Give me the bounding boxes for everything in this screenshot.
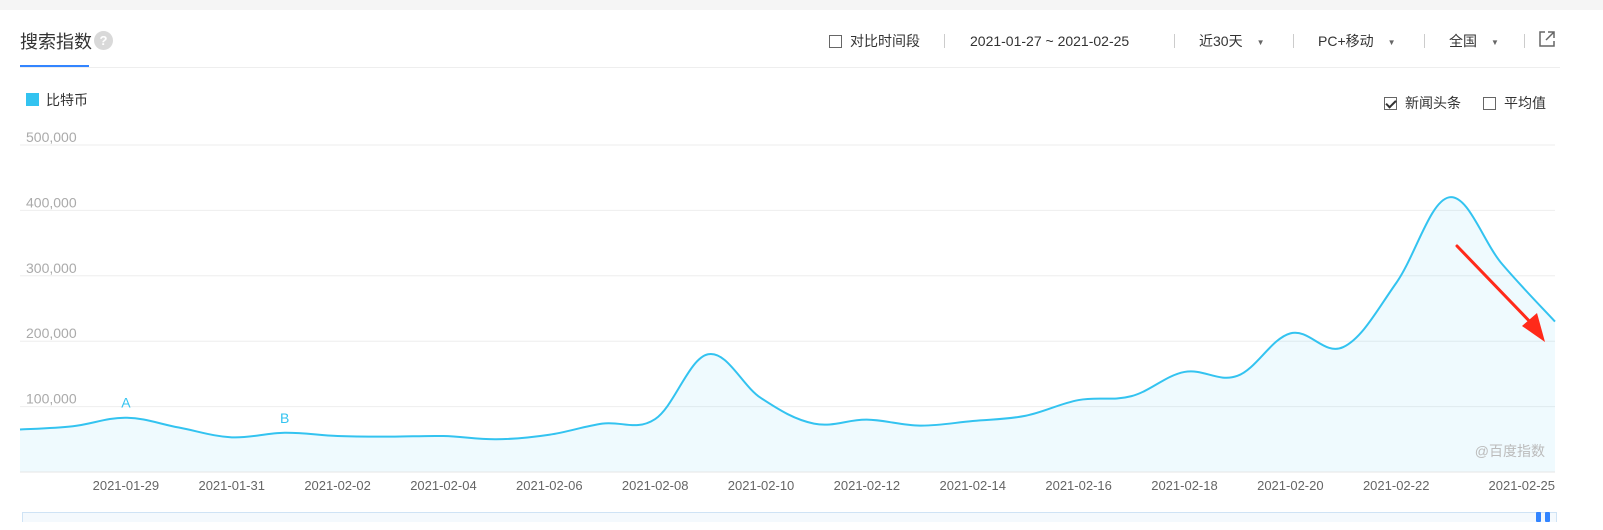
legend-swatch <box>26 93 39 106</box>
separator <box>1424 34 1425 48</box>
compare-period-label: 对比时间段 <box>850 33 920 49</box>
range-scroll-track[interactable] <box>22 512 1557 522</box>
header: 搜索指数 ? 对比时间段 2021-01-27 ~ 2021-02-25 近30… <box>0 10 1603 68</box>
annotation-label: B <box>280 410 289 426</box>
x-tick-label: 2021-02-10 <box>728 478 795 493</box>
x-tick-label: 2021-02-08 <box>622 478 689 493</box>
y-tick-label: 500,000 <box>26 130 77 145</box>
caret-down-icon: ▼ <box>1256 38 1265 47</box>
y-tick-label: 200,000 <box>26 325 77 341</box>
share-icon[interactable] <box>1538 30 1556 48</box>
date-range-text: 2021-01-27 ~ 2021-02-25 <box>970 33 1130 49</box>
checkbox-icon[interactable] <box>829 35 842 48</box>
y-tick-label: 300,000 <box>26 260 77 276</box>
x-tick-label: 2021-02-25 <box>1489 478 1556 493</box>
checkbox-icon[interactable] <box>1483 97 1496 110</box>
average-toggle[interactable]: 平均值 <box>1483 93 1546 113</box>
series-area <box>20 197 1555 472</box>
legend-label: 比特币 <box>46 92 88 108</box>
x-tick-label: 2021-02-04 <box>410 478 477 493</box>
y-tick-label: 400,000 <box>26 194 77 210</box>
x-tick-label: 2021-02-06 <box>516 478 583 493</box>
x-tick-label: 2021-02-18 <box>1151 478 1218 493</box>
help-icon[interactable]: ? <box>94 31 113 50</box>
device-value: PC+移动 <box>1318 33 1374 49</box>
region-select[interactable]: 全国 ▼ <box>1449 32 1499 50</box>
range-handle[interactable] <box>1534 510 1554 522</box>
x-tick-label: 2021-02-02 <box>304 478 371 493</box>
y-tick-label: 100,000 <box>26 391 77 407</box>
page-title: 搜索指数 <box>20 32 92 52</box>
x-tick-label: 2021-02-16 <box>1045 478 1112 493</box>
x-tick-label: 2021-02-12 <box>834 478 901 493</box>
checkbox-checked-icon[interactable] <box>1384 97 1397 110</box>
date-range-picker[interactable]: 2021-01-27 ~ 2021-02-25 <box>970 32 1129 50</box>
x-tick-label: 2021-02-14 <box>940 478 1007 493</box>
separator <box>1293 34 1294 48</box>
period-select[interactable]: 近30天 ▼ <box>1199 32 1265 50</box>
x-tick-label: 2021-01-29 <box>93 478 160 493</box>
top-strip <box>0 0 1603 10</box>
compare-period-toggle[interactable]: 对比时间段 <box>829 32 920 50</box>
search-index-chart: 100,000 200,000 300,000 400,000 500,000 2021-… <box>19 130 1556 493</box>
x-tick-label: 2021-02-20 <box>1257 478 1324 493</box>
news-headlines-toggle[interactable]: 新闻头条 <box>1384 93 1461 113</box>
annotation-label: A <box>121 395 131 411</box>
device-select[interactable]: PC+移动 ▼ <box>1318 32 1396 50</box>
caret-down-icon: ▼ <box>1387 38 1396 47</box>
average-label: 平均值 <box>1504 95 1546 111</box>
caret-down-icon: ▼ <box>1491 38 1499 47</box>
separator <box>1524 34 1525 48</box>
news-headlines-label: 新闻头条 <box>1405 95 1461 111</box>
watermark: @百度指数 <box>1475 443 1545 459</box>
x-tick-label: 2021-02-22 <box>1363 478 1430 493</box>
x-tick-label: 2021-01-31 <box>198 478 265 493</box>
period-value: 近30天 <box>1199 33 1243 49</box>
separator <box>944 34 945 48</box>
region-value: 全国 <box>1449 33 1477 49</box>
separator <box>1174 34 1175 48</box>
header-divider <box>20 67 1560 68</box>
